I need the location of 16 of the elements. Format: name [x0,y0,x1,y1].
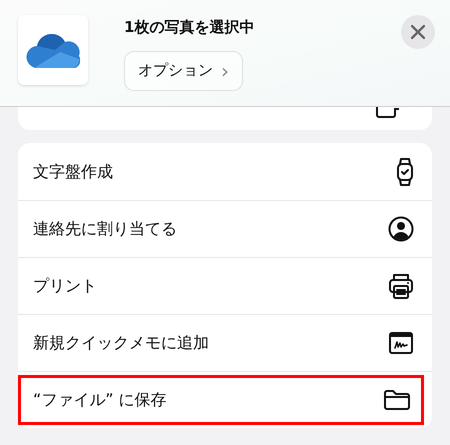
memo-icon [388,331,414,355]
action-row[interactable]: “ファイル” に保存 [18,375,424,425]
action-row[interactable]: 文字盤作成 [18,143,432,200]
partial-icon [376,104,400,118]
selection-title: 1枚の写真を選択中 [124,17,254,38]
action-row[interactable]: 連絡先に割り当てる [18,201,432,257]
action-row[interactable]: プリント [18,258,432,314]
options-button[interactable]: オプション › [124,50,243,90]
folder-icon [383,389,411,411]
person-circle-icon [388,216,414,242]
watch-icon [396,158,414,186]
action-row[interactable]: 新規クイックメモに追加 [18,315,432,371]
app-logo [18,15,88,85]
printer-icon [388,272,414,300]
close-icon [411,25,425,39]
close-button[interactable] [401,15,435,49]
